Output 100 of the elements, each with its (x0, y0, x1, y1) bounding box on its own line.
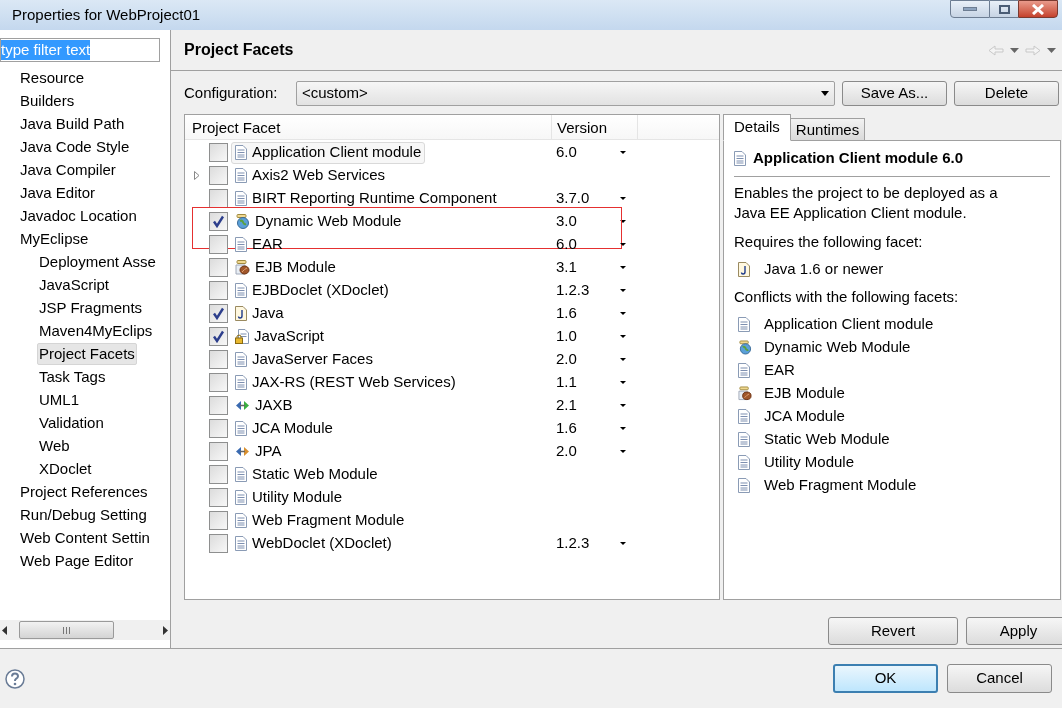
configuration-dropdown[interactable]: <custom> (296, 80, 835, 106)
dropdown-arrow-icon[interactable] (620, 151, 626, 154)
close-button[interactable] (1018, 0, 1058, 18)
scrollbar-thumb[interactable] (18, 621, 114, 639)
column-header[interactable]: Project Facet (185, 115, 552, 139)
checkbox[interactable] (209, 442, 228, 461)
scroll-right-icon[interactable] (162, 625, 168, 635)
scroll-left-icon[interactable] (2, 625, 8, 635)
horizontal-scrollbar[interactable] (0, 620, 170, 640)
tree-item[interactable]: UML1 (37, 388, 81, 411)
tree-item[interactable]: Web Content Settin (18, 526, 152, 549)
dropdown-arrow-icon[interactable] (620, 335, 626, 338)
tree-item[interactable]: JSP Fragments (37, 296, 145, 319)
facet-name[interactable]: Utility Module (252, 486, 343, 509)
facet-name[interactable]: EAR (252, 233, 283, 256)
facet-name[interactable]: JPA (255, 440, 282, 463)
facet-name[interactable]: WebDoclet (XDoclet) (252, 532, 392, 555)
version-value: 1.2.3 (556, 280, 590, 301)
details-title: Application Client module 6.0 (753, 148, 964, 169)
tree-item[interactable]: MyEclipse (18, 227, 91, 250)
dropdown-arrow-icon[interactable] (620, 427, 626, 430)
tree-item[interactable]: Java Build Path (18, 112, 127, 135)
dropdown-arrow-icon[interactable] (620, 358, 626, 361)
facet-name[interactable]: Axis2 Web Services (252, 164, 386, 187)
tree-item[interactable]: Maven4MyEclips (37, 319, 155, 342)
window-title: Properties for WebProject01 (12, 4, 201, 25)
tree-item[interactable]: XDoclet (37, 457, 94, 480)
tree-item[interactable]: Java Editor (18, 181, 98, 204)
facet-name[interactable]: JAXB (255, 394, 293, 417)
button[interactable]: Cancel (947, 664, 1052, 693)
button[interactable]: OK (833, 664, 938, 693)
facet-name[interactable]: JCA Module (252, 417, 333, 440)
document-icon (738, 432, 750, 447)
tree-item[interactable]: Validation (37, 411, 106, 434)
checkbox[interactable] (209, 419, 228, 438)
facet-name: Application Client module (764, 314, 934, 335)
tree-item[interactable]: Java Code Style (18, 135, 132, 158)
facet-name[interactable]: EJBDoclet (XDoclet) (252, 279, 389, 302)
facet-name[interactable]: JAX-RS (REST Web Services) (252, 371, 456, 394)
dropdown-icon[interactable] (1010, 47, 1019, 53)
tree-item[interactable]: Builders (18, 89, 77, 112)
facet-name[interactable]: Static Web Module (252, 463, 378, 486)
tab[interactable]: Details (723, 114, 791, 141)
facet-name: EAR (764, 360, 795, 381)
expand-arrow-icon[interactable] (194, 171, 200, 180)
tree-item[interactable]: Deployment Asse (37, 250, 158, 273)
tree-item[interactable]: Task Tags (37, 365, 108, 388)
facet-name[interactable]: Dynamic Web Module (255, 210, 402, 233)
checkbox[interactable] (209, 304, 228, 323)
checkbox[interactable] (209, 373, 228, 392)
checkbox[interactable] (209, 258, 228, 277)
checkbox[interactable] (209, 281, 228, 300)
dropdown-arrow-icon[interactable] (620, 243, 626, 246)
checkbox[interactable] (209, 166, 228, 185)
minimize-button[interactable] (950, 0, 990, 18)
facet-name[interactable]: JavaServer Faces (252, 348, 373, 371)
checkbox[interactable] (209, 534, 228, 553)
dropdown-arrow-icon[interactable] (620, 404, 626, 407)
dropdown-arrow-icon[interactable] (620, 220, 626, 223)
checkbox[interactable] (209, 327, 228, 346)
tree-item[interactable]: Web (37, 434, 72, 457)
tree-item[interactable]: JavaScript (37, 273, 112, 296)
tree-item[interactable]: Resource (18, 66, 87, 89)
dropdown-arrow-icon[interactable] (620, 381, 626, 384)
dropdown-arrow-icon[interactable] (620, 197, 626, 200)
dropdown-arrow-icon[interactable] (620, 450, 626, 453)
checkbox[interactable] (209, 511, 228, 530)
tree-item[interactable]: Project References (18, 480, 150, 503)
description-text: Enables the project to be deployed as a Java EE Application Client module. (734, 183, 999, 223)
checkbox[interactable] (209, 350, 228, 369)
column-header[interactable]: Version (552, 115, 638, 139)
checkbox[interactable] (209, 465, 228, 484)
document-icon (235, 421, 247, 436)
dropdown-arrow-icon[interactable] (620, 542, 626, 545)
dropdown-icon[interactable] (1047, 47, 1056, 53)
tree-item[interactable]: Java Compiler (18, 158, 118, 181)
facet-name[interactable]: JavaScript (254, 325, 325, 348)
locked-document-icon (235, 329, 249, 344)
button[interactable]: Revert (828, 617, 958, 645)
checkbox[interactable] (209, 143, 228, 162)
button[interactable]: Apply (966, 617, 1062, 645)
facet-name[interactable]: BIRT Reporting Runtime Component (252, 187, 497, 210)
tree-item[interactable]: Project Facets (37, 342, 137, 365)
dropdown-arrow-icon[interactable] (620, 312, 626, 315)
button[interactable]: Delete (954, 80, 1059, 106)
facet-name[interactable]: Java (252, 302, 284, 325)
checkbox[interactable] (209, 488, 228, 507)
facet-name[interactable]: EJB Module (255, 256, 336, 279)
checkbox[interactable] (209, 212, 228, 231)
tree-item[interactable]: Web Page Editor (18, 549, 136, 572)
facet-name[interactable]: Web Fragment Module (252, 509, 405, 532)
checkbox[interactable] (209, 396, 228, 415)
tree-item[interactable]: Javadoc Location (18, 204, 139, 227)
maximize-button[interactable] (990, 0, 1018, 18)
help-icon[interactable] (5, 668, 25, 689)
checkbox[interactable] (209, 235, 228, 254)
tree-item[interactable]: Run/Debug Setting (18, 503, 149, 526)
button[interactable]: Save As... (842, 80, 947, 106)
dropdown-arrow-icon[interactable] (620, 289, 626, 292)
dropdown-arrow-icon[interactable] (620, 266, 626, 269)
